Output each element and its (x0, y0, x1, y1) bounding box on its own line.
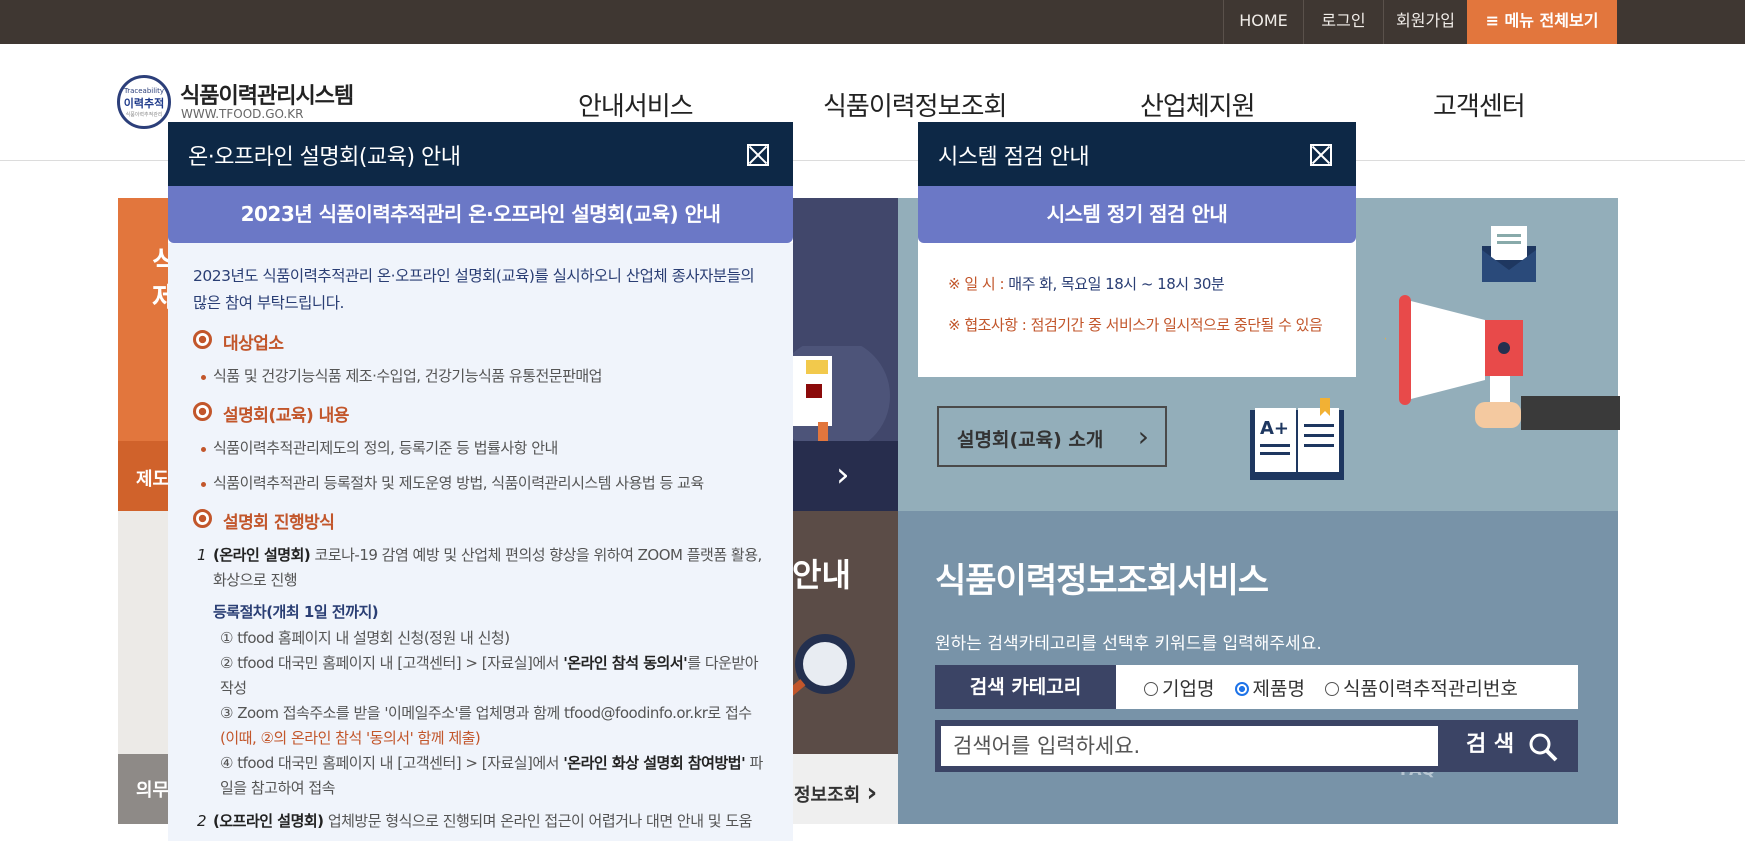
nav-trace-lookup[interactable]: 식품이력정보조회 (823, 86, 1007, 123)
radio-trace-number[interactable]: 식품이력추적관리번호 (1325, 678, 1518, 700)
registration-step-2: ② tfood 대국민 홈페이지 내 [고객센터] > [자료실]에서 '온라인… (193, 651, 769, 701)
logo-title[interactable]: 식품이력관리시스템 (180, 78, 354, 110)
offline-method: 2 (오프라인 설명회) 업체방문 형식으로 진행되며 온라인 접근이 어렵거나 … (193, 809, 769, 834)
system-check-popup: 시스템 점검 안내 시스템 정기 점검 안내 ※ 일 시 : 매주 화, 목요일… (918, 122, 1356, 377)
registration-step-4: ④ tfood 대국민 홈페이지 내 [고객센터] > [자료실]에서 '온라인… (193, 751, 769, 801)
education-intro-label: 설명회(교육) 소개 (957, 429, 1104, 451)
magnifier-illustration (792, 634, 855, 697)
education-intro-text: 2023년도 식품이력추적관리 온·오프라인 설명회(교육)를 실시하오니 산업… (193, 267, 755, 312)
education-popup: 온·오프라인 설명회(교육) 안내 2023년 식품이력추적관리 온·오프라인 … (168, 122, 793, 841)
step-text: ② tfood 대국민 홈페이지 내 [고객센터] > [자료실]에서 (220, 654, 564, 672)
registration-step-1: ① tfood 홈페이지 내 설명회 신청(정원 내 신청) (220, 629, 510, 647)
section-method-title: 설명회 진행방식 (193, 508, 769, 533)
list-item: 식품 및 건강기능식품 제조·수입업, 건강기능식품 유통전문판매업 (193, 364, 769, 389)
chevron-right-icon: › (866, 778, 878, 808)
list-item: 식품이력추적관리 등록절차 및 제도운영 방법, 식품이력관리시스템 사용법 등… (193, 471, 769, 496)
chevron-right-icon: › (1137, 420, 1149, 453)
notice-value: 점검기간 중 서비스가 일시적으로 중단될 수 있음 (1030, 316, 1323, 334)
online-method: 1 (온라인 설명회) 코로나-19 감염 예방 및 산업체 편의성 향상을 위하… (193, 543, 769, 593)
step-text: ④ tfood 대국민 홈페이지 내 [고객센터] > [자료실]에서 (220, 754, 564, 772)
system-schedule-row: ※ 일 시 : 매주 화, 목요일 18시 ~ 18시 30분 (948, 273, 1356, 294)
step-note: (이때, ②의 온라인 참석 '동의서' 함께 제출) (220, 729, 481, 747)
radio-product[interactable]: 제품명 (1234, 678, 1305, 700)
online-method-number: 1 (197, 546, 207, 564)
signup-link[interactable]: 회원가입 (1383, 0, 1467, 44)
offline-method-number: 2 (197, 812, 207, 830)
brown-panel-title: 안내 (792, 556, 851, 594)
section-target-title: 대상업소 (193, 329, 769, 354)
nav-industry-support[interactable]: 산업체지원 (1140, 86, 1256, 123)
service-description: 원하는 검색카테고리를 선택후 키워드를 입력해주세요. (935, 634, 1322, 654)
logo-url: WWW.TFOOD.GO.KR (181, 107, 304, 121)
education-popup-banner: 2023년 식품이력추적관리 온·오프라인 설명회(교육) 안내 (168, 186, 793, 243)
logo-badge[interactable]: Traceability 이력추적 식품이력추적관리 (117, 75, 171, 129)
step-highlight: '온라인 화상 설명회 참여방법' (563, 754, 746, 772)
search-input[interactable] (941, 726, 1438, 766)
system-popup-banner: 시스템 정기 점검 안내 (918, 186, 1356, 243)
mail-icon (1482, 226, 1536, 282)
megaphone-icon (1385, 295, 1620, 430)
search-button-label: 검 색 (1466, 732, 1515, 757)
hamburger-icon: ≡ (1485, 11, 1499, 30)
offline-method-text: 업체방문 형식으로 진행되며 온라인 접근이 어렵거나 대면 안내 및 도움 (323, 812, 753, 830)
radio-icon (1144, 682, 1158, 696)
home-link[interactable]: HOME (1223, 0, 1303, 44)
offline-method-label: (오프라인 설명회) (213, 812, 324, 830)
radio-company[interactable]: 기업명 (1144, 678, 1214, 700)
radio-icon (1325, 682, 1339, 696)
step-highlight: '온라인 참석 동의서' (563, 654, 688, 672)
radio-trace-number-label: 식품이력추적관리번호 (1343, 678, 1518, 700)
list-item: 식품이력추적관리제도의 정의, 등록기준 등 법률사항 안내 (193, 436, 769, 461)
chevron-right-icon[interactable]: › (836, 455, 850, 495)
education-popup-header: 온·오프라인 설명회(교육) 안내 (168, 122, 793, 186)
service-title: 식품이력정보조회서비스 (935, 561, 1269, 601)
system-popup-title: 시스템 점검 안내 (938, 145, 1090, 170)
search-category-options: 기업명 제품명 식품이력추적관리번호 (1116, 665, 1578, 709)
registration-step-3: ③ Zoom 접속주소를 받을 '이메일주소'를 업체명과 함께 tfood@f… (193, 701, 769, 751)
section-content-title: 설명회(교육) 내용 (193, 401, 769, 426)
book-icon: A+ (1250, 398, 1344, 480)
menu-all-button[interactable]: ≡ 메뉴 전체보기 (1467, 0, 1617, 44)
radio-product-label: 제품명 (1252, 678, 1305, 700)
schedule-label: ※ 일 시 : (948, 275, 1009, 293)
search-icon (1529, 733, 1558, 762)
search-button[interactable]: 검 색 (1438, 720, 1578, 772)
logo-badge-top: Traceability (123, 87, 165, 95)
login-link[interactable]: 로그인 (1303, 0, 1383, 44)
nav-guide-service[interactable]: 안내서비스 (578, 86, 694, 123)
logo-badge-main: 이력추적 (123, 97, 165, 110)
registration-title: 등록절차(개최 1일 전까지) (213, 603, 379, 621)
radio-company-label: 기업명 (1162, 678, 1215, 700)
system-popup-header: 시스템 점검 안내 (918, 122, 1356, 186)
education-popup-body: 2023년도 식품이력추적관리 온·오프라인 설명회(교육)를 실시하오니 산업… (168, 243, 793, 841)
step-text: ③ Zoom 접속주소를 받을 '이메일주소'를 업체명과 함께 tfood@f… (220, 704, 752, 722)
schedule-value: 매주 화, 목요일 18시 ~ 18시 30분 (1008, 275, 1225, 293)
notice-label: ※ 협조사항 : (948, 316, 1031, 334)
education-intro-button[interactable]: 설명회(교육) 소개 › (937, 406, 1167, 467)
search-category-label: 검색 카테고리 (935, 665, 1116, 709)
system-notice-row: ※ 협조사항 : 점검기간 중 서비스가 일시적으로 중단될 수 있음 (948, 314, 1356, 335)
system-popup-body: ※ 일 시 : 매주 화, 목요일 18시 ~ 18시 30분 ※ 협조사항 :… (918, 243, 1356, 377)
education-popup-title: 온·오프라인 설명회(교육) 안내 (188, 145, 461, 170)
close-icon[interactable] (747, 144, 769, 166)
menu-all-label: 메뉴 전체보기 (1504, 11, 1599, 30)
radio-selected-icon (1234, 682, 1249, 696)
brown-panel-link-label: 정보조회 (794, 785, 861, 806)
online-method-label: (온라인 설명회) (213, 546, 311, 564)
svg-text:A+: A+ (1260, 418, 1289, 439)
close-icon[interactable] (1310, 144, 1332, 166)
brown-panel-link[interactable]: 정보조회 › (792, 754, 898, 824)
nav-customer-center[interactable]: 고객센터 (1433, 86, 1526, 123)
logo-badge-bottom: 식품이력추적관리 (125, 112, 163, 118)
certificate-illustration (792, 346, 890, 446)
